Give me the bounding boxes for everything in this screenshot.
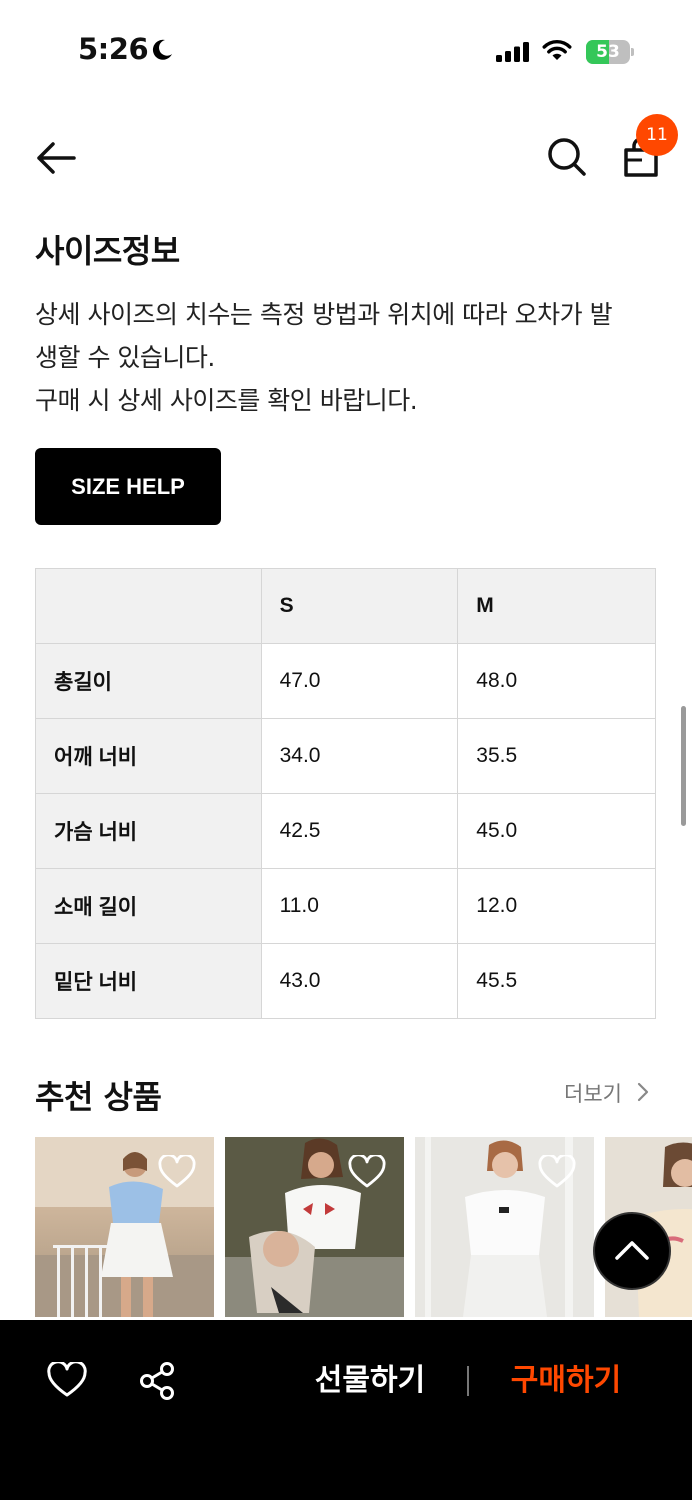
table-cell: 48.0 — [457, 643, 656, 719]
table-cell: 47.0 — [260, 643, 459, 719]
share-icon[interactable] — [138, 1362, 176, 1400]
divider — [467, 1366, 469, 1396]
back-arrow-icon[interactable] — [34, 138, 78, 178]
table-row: 가슴 너비 42.5 45.0 — [35, 793, 656, 869]
table-cell: 42.5 — [260, 793, 459, 869]
see-more-link[interactable]: 더보기 — [564, 1078, 622, 1108]
product-card[interactable] — [35, 1137, 214, 1317]
wishlist-heart-icon[interactable] — [158, 1155, 196, 1189]
wishlist-heart-icon[interactable] — [348, 1155, 386, 1189]
table-cell: 45.5 — [457, 943, 656, 1019]
description-line: 상세 사이즈의 치수는 측정 방법과 위치에 따라 오차가 발 — [35, 300, 613, 329]
product-card[interactable] — [415, 1137, 594, 1317]
table-header-cell: S — [260, 568, 459, 644]
table-header-row: S M — [35, 568, 656, 644]
table-cell: 45.0 — [457, 793, 656, 869]
table-row: 어깨 너비 34.0 35.5 — [35, 718, 656, 794]
scroll-to-top-button[interactable] — [593, 1212, 671, 1290]
cellular-signal-icon — [496, 42, 529, 62]
description-line: 생할 수 있습니다. — [35, 343, 215, 372]
table-row-label: 가슴 너비 — [35, 793, 262, 869]
product-card[interactable] — [225, 1137, 404, 1317]
buy-button[interactable]: 구매하기 — [496, 1356, 636, 1406]
table-header-cell — [35, 568, 262, 644]
wifi-icon — [542, 40, 572, 60]
table-cell: 43.0 — [260, 943, 459, 1019]
search-icon[interactable] — [546, 136, 588, 178]
table-cell: 11.0 — [260, 868, 459, 944]
battery-level: 53 — [596, 42, 620, 62]
recommendations-title: 추천 상품 — [35, 1078, 162, 1116]
table-row-label: 밑단 너비 — [35, 943, 262, 1019]
table-header-cell: M — [457, 568, 656, 644]
description-line: 구매 시 상세 사이즈를 확인 바랍니다. — [35, 386, 418, 415]
table-row: 밑단 너비 43.0 45.5 — [35, 943, 656, 1019]
status-bar: 5:26 53 — [0, 0, 692, 100]
table-cell: 12.0 — [457, 868, 656, 944]
battery-indicator: 53 — [586, 40, 634, 64]
table-row: 총길이 47.0 48.0 — [35, 643, 656, 719]
gift-button[interactable]: 선물하기 — [300, 1356, 440, 1406]
size-table: S M 총길이 47.0 48.0 어깨 너비 34.0 35.5 가슴 너비 … — [35, 568, 656, 1019]
moon-icon — [152, 39, 172, 60]
size-info-title: 사이즈정보 — [35, 232, 180, 270]
table-row-label: 어깨 너비 — [35, 718, 262, 794]
table-cell: 34.0 — [260, 718, 459, 794]
chevron-right-icon[interactable] — [636, 1081, 650, 1103]
chevron-up-icon — [615, 1241, 649, 1260]
heart-icon[interactable] — [47, 1362, 87, 1398]
cart-count-badge[interactable]: 11 — [636, 114, 678, 156]
table-row-label: 소매 길이 — [35, 868, 262, 944]
scrollbar-thumb[interactable] — [681, 706, 686, 826]
status-time: 5:26 — [78, 32, 149, 66]
size-help-button[interactable]: SIZE HELP — [35, 448, 221, 525]
table-cell: 35.5 — [457, 718, 656, 794]
bottom-action-bar: 선물하기 구매하기 — [0, 1320, 692, 1500]
table-row-label: 총길이 — [35, 643, 262, 719]
table-row: 소매 길이 11.0 12.0 — [35, 868, 656, 944]
wishlist-heart-icon[interactable] — [538, 1155, 576, 1189]
size-info-description: 상세 사이즈의 치수는 측정 방법과 위치에 따라 오차가 발 생할 수 있습니… — [35, 293, 665, 422]
